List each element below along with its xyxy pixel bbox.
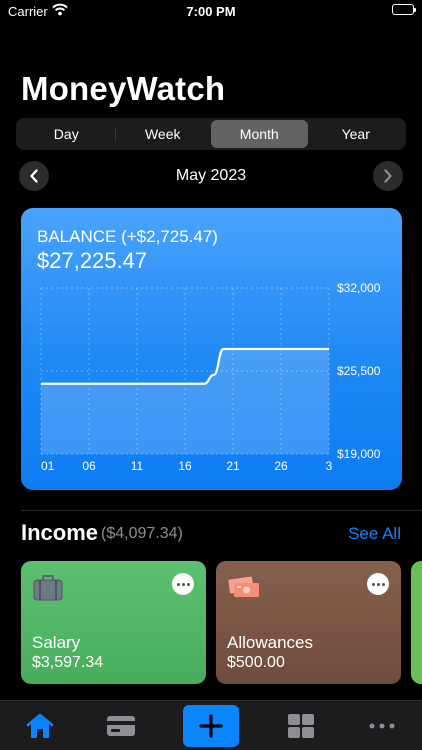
add-transaction-button[interactable] xyxy=(183,705,239,747)
income-heading: Income xyxy=(21,520,99,545)
income-card-salary[interactable]: Salary $3,597.34 xyxy=(21,561,206,684)
chart-x-tick-label: 3 xyxy=(326,459,333,473)
chart-y-tick-label: $19,000 xyxy=(337,447,381,461)
next-month-button[interactable] xyxy=(373,161,403,191)
chart-x-tick-label: 01 xyxy=(41,459,55,473)
briefcase-icon xyxy=(33,575,63,606)
income-card-allowances[interactable]: Allowances $500.00 xyxy=(216,561,401,684)
section-divider xyxy=(21,510,422,511)
chart-y-tick-label: $32,000 xyxy=(337,281,381,295)
home-icon xyxy=(26,713,54,738)
more-icon xyxy=(369,723,395,729)
card-icon xyxy=(107,716,135,736)
income-total: ($4,097.34) xyxy=(101,525,183,542)
page-title: MoneyWatch xyxy=(21,70,226,107)
tab-accounts[interactable] xyxy=(93,705,149,747)
tab-more[interactable] xyxy=(354,705,410,747)
month-navigator: May 2023 xyxy=(19,161,403,191)
add-icon xyxy=(199,714,223,738)
income-card-amount: $3,597.34 xyxy=(32,654,104,671)
tab-day[interactable]: Day xyxy=(18,120,115,148)
chart-x-tick-label: 26 xyxy=(274,459,288,473)
battery-icon xyxy=(392,4,416,15)
salary-more-button[interactable] xyxy=(172,573,194,595)
grid-icon xyxy=(288,714,314,738)
tab-year[interactable]: Year xyxy=(308,120,405,148)
status-bar: Carrier 7:00 PM xyxy=(0,0,422,24)
chart-x-tick-label: 06 xyxy=(82,459,96,473)
chart-x-tick-label: 21 xyxy=(226,459,240,473)
chart-x-tick-label: 11 xyxy=(131,459,144,473)
see-all-link[interactable]: See All xyxy=(348,524,401,544)
tab-categories[interactable] xyxy=(273,705,329,747)
chevron-right-icon xyxy=(384,169,392,183)
chart-y-tick-label: $25,500 xyxy=(337,364,381,378)
income-card-name: Allowances xyxy=(227,633,313,652)
status-time: 7:00 PM xyxy=(186,4,236,19)
tab-week[interactable]: Week xyxy=(114,120,212,148)
tab-bar xyxy=(0,700,422,750)
income-card-amount: $500.00 xyxy=(227,654,285,671)
period-segmented-control: Day Week Month Year xyxy=(16,118,406,150)
chart-x-tick-label: 16 xyxy=(178,459,192,473)
tab-home[interactable] xyxy=(12,705,68,747)
income-card-partial[interactable] xyxy=(411,561,422,684)
cash-icon xyxy=(228,575,260,604)
income-card-list: Salary $3,597.34 Allowances $500.00 xyxy=(21,561,422,684)
balance-card[interactable]: BALANCE (+$2,725.47) $27,225.47 $32,000 $… xyxy=(21,208,402,490)
month-label: May 2023 xyxy=(175,167,247,184)
balance-chart: $32,000 $25,500 $19,000 01 06 11 16 21 26 3 xyxy=(40,281,381,473)
allowances-more-button[interactable] xyxy=(367,573,389,595)
tab-month[interactable]: Month xyxy=(211,120,308,148)
income-card-name: Salary xyxy=(32,633,81,652)
